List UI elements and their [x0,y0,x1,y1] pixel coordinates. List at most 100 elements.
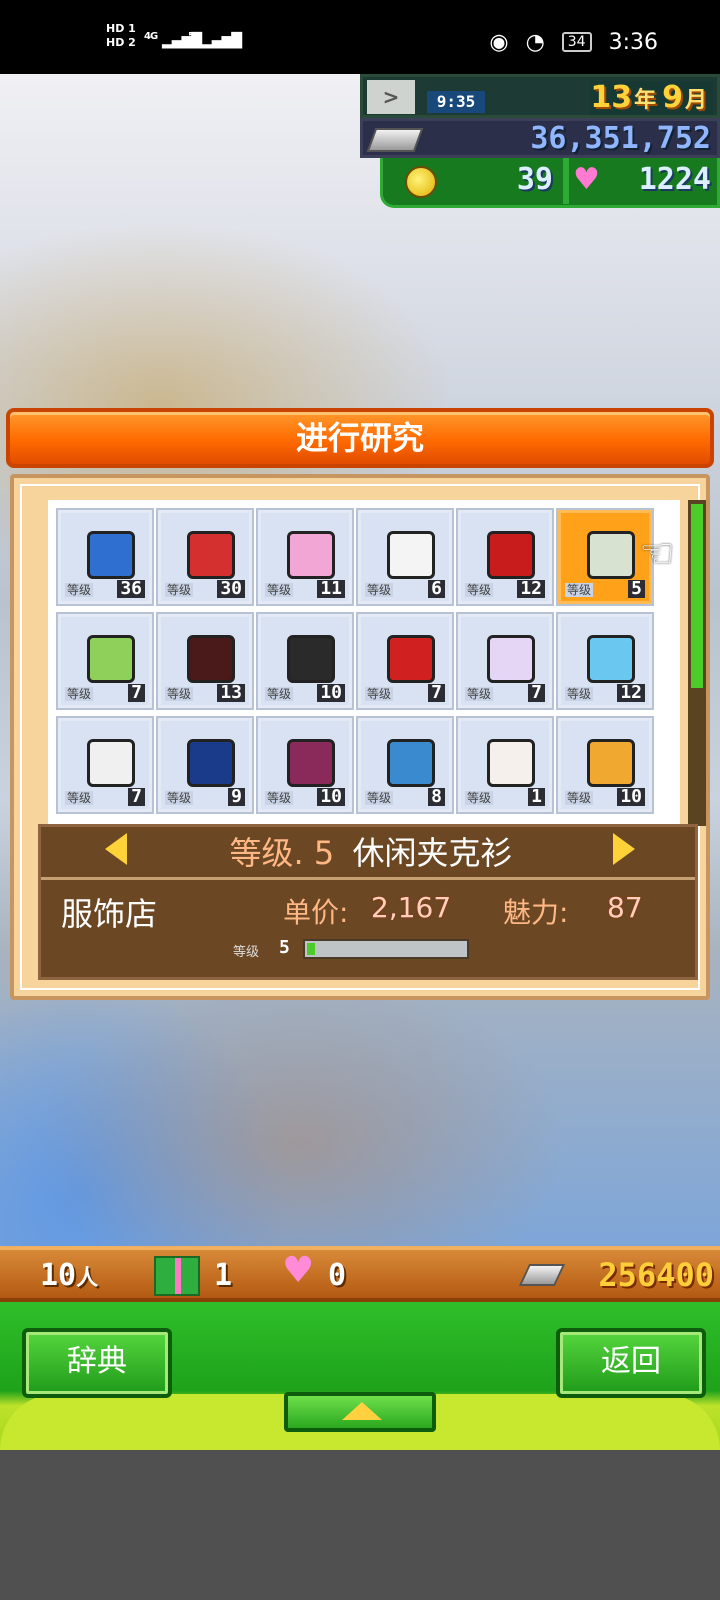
blue-can-icon [87,531,135,579]
dark-top-icon [187,635,235,683]
item-level-tag: 等级 [365,791,394,805]
item-level-tag: 等级 [265,687,294,701]
year-value: 13 [590,80,633,115]
fast-forward-icon[interactable]: > [367,80,415,114]
item-level-value: 8 [428,788,445,806]
hud-divider [563,158,569,204]
item-level-tag: 等级 [165,583,194,597]
item-level-tag: 等级 [465,791,494,805]
signal-bars-icon: ▂▄▆█ [202,33,242,49]
game-clock: 9:35 [427,91,485,113]
price-value: 2,167 [371,891,452,924]
research-item-cell[interactable]: 等级 7 [456,612,554,710]
research-item-cell[interactable]: 等级 10 [256,716,354,814]
research-item-cell[interactable]: 等级 11 [256,508,354,606]
coin-icon [405,166,437,198]
bottom-status-bar: 10人 1 ♥ 0 256400 [0,1246,720,1302]
hud-time-row: > 9:35 13年 9月 [360,74,720,118]
charm-label: 魅力: [503,896,569,929]
game-hud: > 9:35 13年 9月 36,351,752 39 ♥ 1224 [360,74,720,210]
research-item-cell[interactable]: 等级 10 [556,716,654,814]
item-level-tag: 等级 [265,583,294,597]
status-bar: HD 1 HD 2 4G 5G ▂▄▆█ ▂▄▆█ ◉ ◔ 34 3:36 [0,0,720,74]
research-item-cell[interactable]: 等级 30 [156,508,254,606]
research-item-cell[interactable]: 等级 9 [156,716,254,814]
research-item-cell[interactable]: 等级 13 [156,612,254,710]
back-button[interactable]: 返回 [556,1328,706,1398]
item-level-value: 12 [617,684,645,702]
network-4g-label: 4G [144,31,158,42]
research-item-cell[interactable]: 等级 36 [56,508,154,606]
hearts-bottom-value: 0 [328,1258,347,1293]
research-item-cell[interactable]: 等级 10 [256,612,354,710]
money-value: 36,351,752 [530,121,711,156]
item-level-value: 6 [428,580,445,598]
bottom-money-value: 256400 [598,1256,714,1294]
scrollbar-thumb[interactable] [691,504,703,688]
green-shirt-icon [87,635,135,683]
gift-box-icon [154,1256,200,1296]
research-item-cell[interactable]: 等级 12 [456,508,554,606]
research-title: 进行研究 [295,419,424,457]
item-level-value: 13 [217,684,245,702]
research-item-cell[interactable]: 等级 5 ☜ [556,508,675,606]
research-item-cell[interactable]: 等级 7 [56,716,154,814]
research-item-cell[interactable]: 等级 7 [56,612,154,710]
gifts-value: 1 [214,1258,233,1293]
red-can-icon [187,531,235,579]
status-right: ◉ ◔ 34 3:36 [479,30,658,55]
research-panel: 等级 36 等级 30 等级 11 等级 6 等级 12 等级 5 ☜ 等级 7 等级 13 等级 10 等级 7 等级 7… [10,474,710,1000]
prev-item-arrow-icon[interactable] [105,833,127,865]
coins-value: 39 [516,162,553,197]
signal-bars-icon: ▂▄▆█ [162,33,202,49]
item-level-tag: 等级 [165,791,194,805]
item-level-value: 11 [317,580,345,598]
research-item-cell[interactable]: 等级 6 [356,508,454,606]
casual-jacket-icon [587,531,635,579]
research-item-cell[interactable]: 等级 1 [456,716,554,814]
shop-name: 服饰店 [61,895,158,933]
item-level-tag: 等级 [365,583,394,597]
item-name: 休闲夹克衫 [352,834,513,872]
people-count: 10人 [40,1258,98,1293]
item-level-value: 7 [528,684,545,702]
blue-card-icon [587,635,635,683]
item-level-tag: 等级 [265,791,294,805]
item-detail-header: 等级. 5 休闲夹克衫 [41,827,695,880]
system-nav-area [0,1450,720,1600]
item-level-value: 5 [628,580,645,598]
item-title: 等级. 5 休闲夹克衫 [161,831,581,875]
item-grid-area: 等级 36 等级 30 等级 11 等级 6 等级 12 等级 5 ☜ 等级 7 等级 13 等级 10 等级 7 等级 7… [48,500,680,826]
item-level-value: 9 [228,788,245,806]
month-unit: 月 [684,88,707,113]
people-value: 10 [40,1258,77,1293]
white-skirt-icon [87,739,135,787]
white-tshirt-icon [387,531,435,579]
pink-blouse-icon [287,531,335,579]
research-progress-fill [307,943,315,955]
research-panel-inner: 等级 36 等级 30 等级 11 等级 6 等级 12 等级 5 ☜ 等级 7 等级 13 等级 10 等级 7 等级 7… [20,484,706,990]
pink-skirt-icon [287,739,335,787]
silver-bar-icon [366,128,424,152]
item-level-tag: 等级 [165,687,194,701]
people-unit: 人 [76,1266,99,1291]
hearts-value: 1224 [638,162,711,197]
item-level-tag: 等级 [565,687,594,701]
item-detail-panel: 等级. 5 休闲夹克衫 服饰店 单价: 2,167 魅力: 87 等级 5 [38,824,698,980]
triangle-up-icon [342,1402,382,1420]
sim2-label: HD 2 [106,36,136,49]
item-level-value: 30 [217,580,245,598]
item-level-tag: 等级 [565,583,594,597]
item-level-value: 5 [313,834,335,872]
dictionary-button[interactable]: 辞典 [22,1328,172,1398]
item-level-tag: 等级 [65,791,94,805]
item-level-tag: 等级 [465,583,494,597]
research-item-cell[interactable]: 等级 7 [356,612,454,710]
expand-menu-button[interactable] [284,1392,436,1432]
sim1-label: HD 1 [106,22,136,35]
black-dress-icon [287,635,335,683]
game-date: 13年 9月 [590,81,713,115]
research-item-cell[interactable]: 等级 12 [556,612,654,710]
research-item-cell[interactable]: 等级 8 [356,716,454,814]
next-item-arrow-icon[interactable] [613,833,635,865]
